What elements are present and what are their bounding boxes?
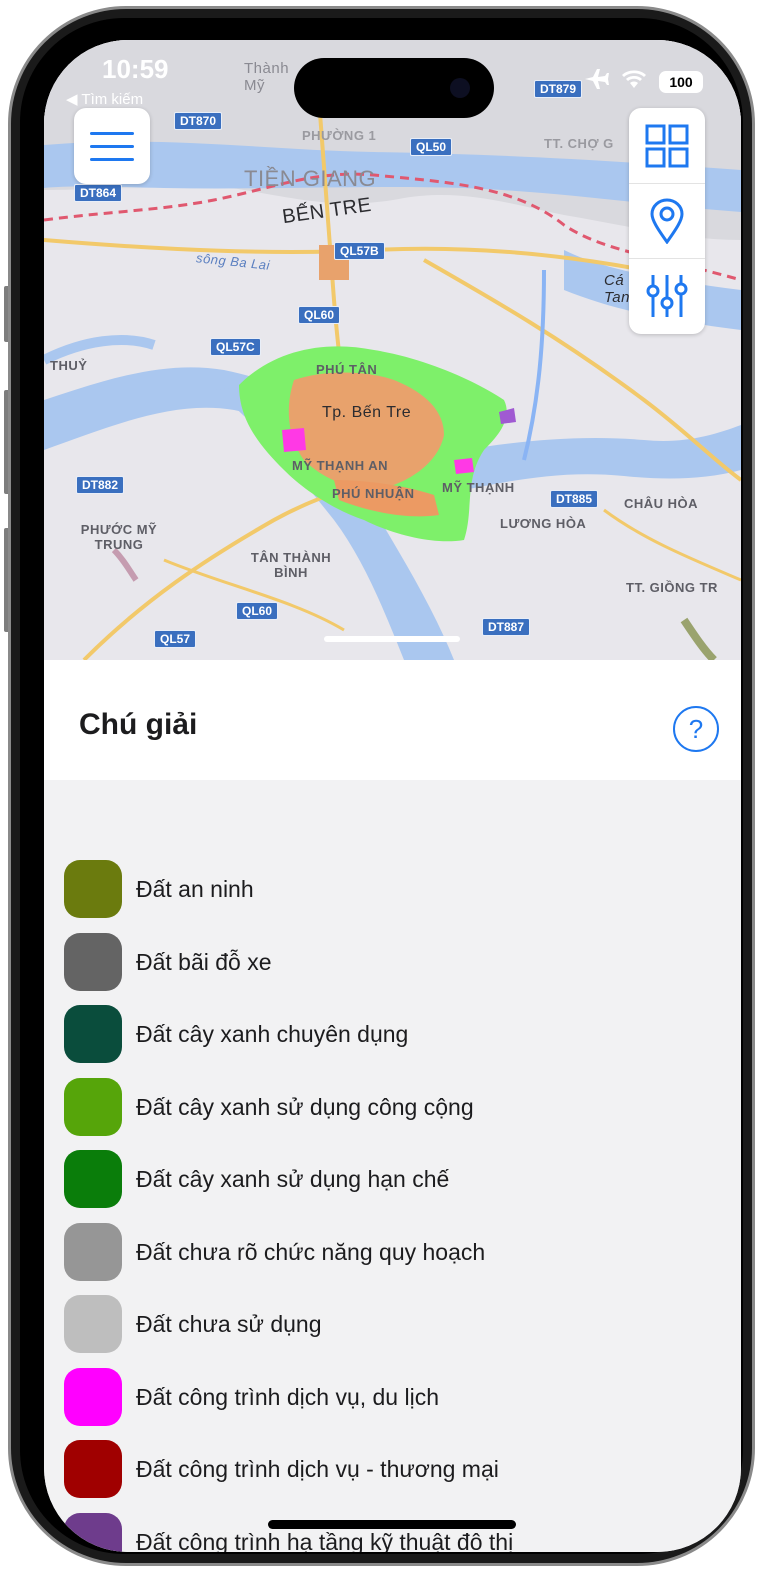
legend-item[interactable]: Đất công trình dịch vụ, du lịch [64, 1367, 724, 1428]
app-screen: TIỀN GIANG BẾN TRE Tp. Bến Tre PHÚ TÂN M… [44, 40, 741, 1552]
phone-device: TIỀN GIANG BẾN TRE Tp. Bến Tre PHÚ TÂN M… [0, 0, 763, 1571]
legend-item[interactable]: Đất cây xanh sử dụng công cộng [64, 1077, 724, 1138]
legend-color-swatch [64, 1150, 122, 1208]
legend-item[interactable]: Đất chưa rõ chức năng quy hoạch [64, 1222, 724, 1283]
map-label-chau-hoa: CHÂU HÒA [624, 496, 699, 511]
map-label-my-thanh-an: MỸ THẠNH AN [292, 458, 389, 473]
road-tag: DT870 [174, 112, 223, 130]
legend-color-swatch [64, 1440, 122, 1498]
road-tag: DT887 [482, 618, 531, 636]
legend-color-swatch [64, 1367, 122, 1426]
legend-title: Chú giải [79, 708, 198, 741]
hamburger-icon [90, 145, 134, 148]
legend-color-swatch [64, 1295, 122, 1353]
layers-grid-button[interactable] [629, 108, 705, 183]
sheet-drag-handle[interactable] [324, 636, 460, 642]
filter-button[interactable] [629, 258, 705, 333]
map-label-phuoc-my-trung: PHƯỚC MỸ TRUNG [80, 522, 158, 552]
status-time: 10:59 [102, 54, 169, 84]
camera-icon [450, 78, 470, 98]
legend-item[interactable]: Đất an ninh [64, 860, 724, 920]
back-to-search-link[interactable]: ◀ Tìm kiếm [66, 90, 143, 108]
dynamic-island [294, 58, 494, 118]
road-tag: QL57 [154, 630, 197, 648]
map-label-tien-giang: TIỀN GIANG [244, 166, 377, 191]
legend-item[interactable]: Đất bãi đỗ xe [64, 932, 724, 993]
airplane-mode-icon [583, 68, 609, 95]
locate-button[interactable] [629, 183, 705, 258]
legend-item[interactable]: Đất công trình dịch vụ - thương mại [64, 1440, 724, 1500]
map-label-phuong-1: PHƯỜNG 1 [302, 128, 377, 143]
map-label-luong-hoa: LƯƠNG HÒA [500, 516, 587, 531]
legend-color-swatch [64, 860, 122, 918]
map-label-giong-trom: TT. GIỒNG TR [626, 580, 718, 595]
legend-color-swatch [64, 1512, 122, 1552]
sliders-icon [646, 275, 688, 317]
legend-item[interactable]: Đất cây xanh sử dụng hạn chế [64, 1150, 724, 1210]
road-tag: DT882 [76, 476, 125, 494]
map-label-city: Tp. Bến Tre [322, 404, 412, 421]
road-tag: QL57C [210, 338, 261, 356]
map-label-my-thanh: MỸ THẠNH [442, 480, 515, 495]
legend-item-label: Đất cây xanh chuyên dụng [136, 1021, 409, 1047]
hamburger-icon [90, 158, 134, 161]
legend-item-label: Đất chưa sử dụng [136, 1311, 322, 1337]
wifi-icon [621, 69, 647, 94]
legend-color-swatch [64, 1222, 122, 1281]
legend-item-label: Đất công trình dịch vụ - thương mại [136, 1456, 499, 1482]
legend-item[interactable]: Đất cây xanh chuyên dụng [64, 1005, 724, 1065]
road-tag: QL57B [334, 242, 385, 260]
legend-color-swatch [64, 932, 122, 991]
status-icons: 100 [583, 68, 703, 95]
legend-header: Chú giải ? [44, 660, 741, 780]
legend-list[interactable]: Đất an ninh Đất bãi đỗ xe Đất cây xanh chu… [44, 780, 741, 1552]
legend-item-label: Đất chưa rõ chức năng quy hoạch [136, 1238, 486, 1265]
menu-button[interactable] [74, 108, 150, 184]
road-tag: QL60 [236, 602, 279, 620]
grid-icon [645, 124, 689, 167]
home-indicator[interactable] [268, 1520, 516, 1529]
road-tag: QL60 [298, 306, 341, 324]
help-button[interactable]: ? [673, 706, 719, 752]
map-label-phu-nhuan: PHÚ NHUẬN [332, 486, 415, 501]
road-tag: DT864 [74, 184, 123, 202]
legend-item-label: Đất an ninh [136, 876, 254, 902]
legend-item-label: Đất bãi đỗ xe [136, 948, 272, 975]
road-tag: DT885 [550, 490, 599, 508]
legend-color-swatch [64, 1077, 122, 1136]
road-tag: QL50 [410, 138, 453, 156]
legend-item[interactable]: Đất công trình hạ tầng kỹ thuật đô thị [64, 1512, 724, 1553]
map-label-cho-gao: TT. CHỢ G [544, 136, 614, 151]
legend-color-swatch [64, 1005, 122, 1063]
map-label-thuy: THUỶ [50, 358, 88, 373]
legend-item[interactable]: Đất chưa sử dụng [64, 1295, 724, 1355]
hamburger-icon [90, 132, 134, 135]
legend-item-label: Đất công trình dịch vụ, du lịch [136, 1383, 439, 1410]
map-label-phu-tan: PHÚ TÂN [316, 362, 378, 377]
legend-item-label: Đất cây xanh sử dụng công cộng [136, 1093, 474, 1120]
legend-item-label: Đất công trình hạ tầng kỹ thuật đô thị [136, 1528, 514, 1553]
map-label-tan-thanh-binh: TÂN THÀNH BÌNH [250, 550, 332, 580]
battery-indicator: 100 [659, 70, 703, 93]
legend-item-label: Đất cây xanh sử dụng hạn chế [136, 1166, 450, 1192]
location-pin-icon [650, 198, 684, 244]
map-tools-panel [629, 108, 705, 334]
